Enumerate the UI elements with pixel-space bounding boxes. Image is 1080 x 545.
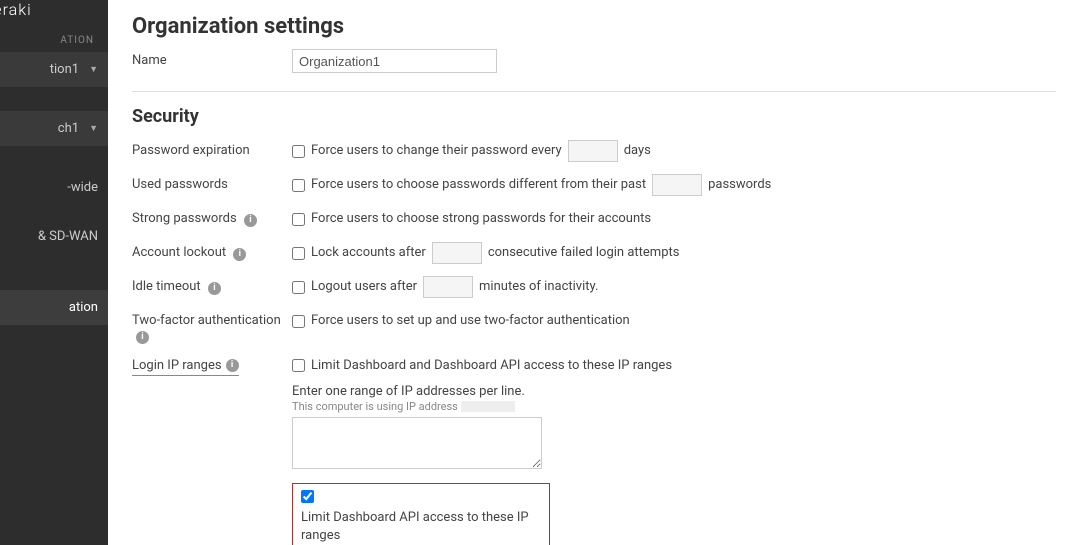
sidebar-item-organization[interactable]: ation [0, 290, 108, 325]
info-icon[interactable]: i [136, 331, 149, 344]
account-lockout-checkbox[interactable] [292, 247, 305, 260]
idle-timeout-label: Idle timeout i [132, 275, 292, 295]
ip-helper-text: Enter one range of IP addresses per line… [292, 384, 1056, 399]
limit-dashboard-ip-checkbox[interactable] [292, 359, 305, 372]
sidebar-item-org[interactable]: tion1 ▼ [0, 52, 108, 87]
sidebar: vieraki ATION tion1 ▼ ch1 ▼ -wide & SD-W… [0, 0, 108, 545]
org-name-input[interactable] [292, 49, 497, 73]
chevron-down-icon: ▼ [89, 64, 98, 75]
row-login-ip: Login IP ranges i Limit Dashboard and Da… [132, 354, 1056, 545]
row-idle-timeout: Idle timeout i Logout users after minute… [132, 275, 1056, 299]
used-passwords-label: Used passwords [132, 173, 292, 192]
used-passwords-checkbox[interactable] [292, 179, 305, 192]
row-password-expiration: Password expiration Force users to chang… [132, 139, 1056, 163]
used-passwords-count-input[interactable] [652, 174, 702, 196]
password-expiration-text-before: Force users to change their password eve… [311, 139, 562, 163]
account-lockout-text-before: Lock accounts after [311, 241, 426, 265]
limit-api-ip-checkbox[interactable] [301, 490, 314, 503]
dashboard-ip-textarea[interactable] [292, 417, 542, 469]
account-lockout-label: Account lockout i [132, 241, 292, 261]
row-two-factor: Two-factor authentication i Force users … [132, 309, 1056, 344]
main-content: Organization settings Name Security Pass… [108, 0, 1080, 545]
two-factor-text: Force users to set up and use two-factor… [311, 309, 630, 333]
sidebar-item-label: tion1 [50, 62, 79, 77]
redacted-ip [461, 401, 515, 412]
sidebar-item-label: ation [69, 300, 98, 315]
used-passwords-text-before: Force users to choose passwords differen… [311, 173, 646, 197]
divider [132, 91, 1056, 92]
info-icon[interactable]: i [244, 214, 257, 227]
account-lockout-count-input[interactable] [432, 242, 482, 264]
password-expiration-label: Password expiration [132, 139, 292, 158]
api-ip-highlight-box: Limit Dashboard API access to these IP r… [292, 483, 550, 545]
page-title: Organization settings [132, 14, 1056, 39]
password-expiration-checkbox[interactable] [292, 145, 305, 158]
sidebar-item-sdwan[interactable]: & SD-WAN [0, 219, 108, 254]
row-used-passwords: Used passwords Force users to choose pas… [132, 173, 1056, 197]
idle-timeout-text-before: Logout users after [311, 275, 417, 299]
strong-passwords-label: Strong passwords i [132, 207, 292, 227]
row-name: Name [132, 49, 1056, 73]
info-icon[interactable]: i [208, 282, 221, 295]
security-heading: Security [132, 106, 1056, 127]
sidebar-item-network[interactable]: ch1 ▼ [0, 111, 108, 146]
row-strong-passwords: Strong passwords i Force users to choose… [132, 207, 1056, 231]
info-icon[interactable]: i [233, 248, 246, 261]
name-label: Name [132, 49, 292, 68]
sidebar-item-wide[interactable]: -wide [0, 170, 108, 205]
idle-timeout-minutes-input[interactable] [423, 276, 473, 298]
password-expiration-days-input[interactable] [568, 140, 618, 162]
used-passwords-text-after: passwords [708, 173, 771, 197]
sidebar-section-label: ATION [0, 25, 94, 52]
two-factor-label: Two-factor authentication i [132, 309, 292, 344]
account-lockout-text-after: consecutive failed login attempts [488, 241, 680, 265]
limit-dashboard-ip-text: Limit Dashboard and Dashboard API access… [311, 354, 672, 378]
limit-api-ip-text: Limit Dashboard API access to these IP r… [301, 509, 541, 545]
row-account-lockout: Account lockout i Lock accounts after co… [132, 241, 1056, 265]
info-icon[interactable]: i [226, 359, 239, 372]
sidebar-item-label: ch1 [58, 121, 79, 136]
strong-passwords-text: Force users to choose strong passwords f… [311, 207, 651, 231]
idle-timeout-text-after: minutes of inactivity. [479, 275, 598, 299]
sidebar-item-label: -wide [67, 180, 98, 195]
login-ip-label: Login IP ranges i [132, 354, 292, 376]
two-factor-checkbox[interactable] [292, 315, 305, 328]
brand-logo-fragment: vieraki [0, 0, 108, 25]
strong-passwords-checkbox[interactable] [292, 213, 305, 226]
sidebar-item-label: & SD-WAN [38, 229, 98, 244]
password-expiration-text-after: days [624, 139, 651, 163]
ip-current-text: This computer is using IP address [292, 400, 1056, 413]
idle-timeout-checkbox[interactable] [292, 281, 305, 294]
chevron-down-icon: ▼ [89, 123, 98, 134]
